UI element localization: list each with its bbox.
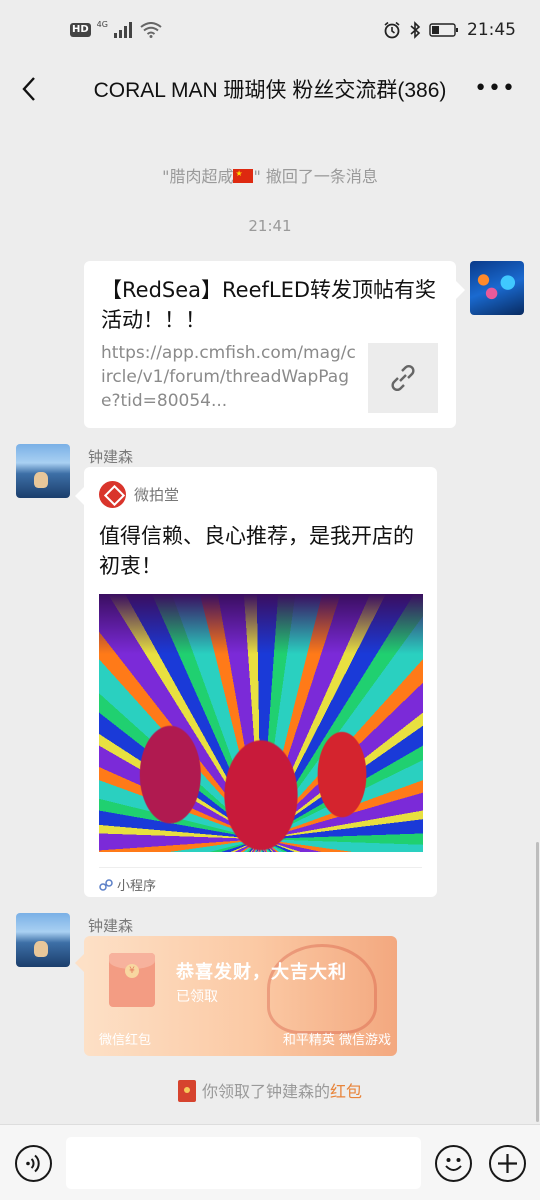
network-type: 4G: [96, 20, 108, 29]
red-packet-title: 恭喜发财，大吉大利: [176, 962, 347, 983]
bluetooth-icon: [410, 21, 421, 39]
plus-icon: [498, 1154, 517, 1173]
my-avatar[interactable]: [470, 261, 524, 315]
message-timestamp: 21:41: [248, 217, 292, 235]
mini-program-label: 小程序: [117, 879, 157, 894]
red-packet-card[interactable]: 恭喜发财，大吉大利 已领取 微信红包 和平精英 微信游戏: [84, 936, 397, 1056]
red-packet-status: 已领取: [176, 989, 218, 1005]
recall-notice: "腊肉超咸 " 撤回了一条消息: [0, 163, 540, 187]
weipaitang-logo-icon: [99, 481, 126, 508]
link-share-card[interactable]: 【RedSea】ReefLED转发顶帖有奖活动！！！ https://app.c…: [84, 261, 465, 428]
mini-program-header: 微拍堂: [99, 481, 179, 508]
coral-image: [99, 594, 423, 852]
chat-title: CORAL MAN 珊瑚侠 粉丝交流群(386): [93, 79, 447, 102]
mini-program-name: 微拍堂: [134, 486, 180, 504]
input-bar: [0, 1124, 540, 1200]
voice-input-button[interactable]: [15, 1145, 52, 1182]
sender-avatar[interactable]: [16, 444, 70, 498]
mini-program-footer: 小程序: [99, 867, 422, 894]
small-red-packet-icon: [177, 1080, 196, 1102]
alarm-icon: [384, 21, 400, 39]
red-envelope-icon: [109, 953, 155, 1007]
sender-name-2: 钟建森: [88, 917, 134, 935]
link-share-url: https://app.cmfish.com/mag/circle/v1/for…: [101, 343, 356, 411]
sender-avatar-2[interactable]: [16, 913, 70, 967]
smiley-icon: [445, 1158, 462, 1171]
received-notice: 你领取了钟建森的红包: [0, 1078, 540, 1102]
red-packet-tail: [75, 954, 84, 972]
status-left: HD 4G: [70, 20, 162, 38]
status-bar: HD 4G 21:45: [0, 0, 540, 62]
wifi-icon: [140, 22, 162, 38]
sender-name: 钟建森: [88, 448, 134, 466]
more-options-icon[interactable]: •••: [474, 76, 516, 101]
scrollbar[interactable]: [536, 842, 539, 1122]
signal-icon: [113, 22, 132, 38]
recall-notice-suffix: " 撤回了一条消息: [253, 167, 378, 186]
more-functions-button[interactable]: [489, 1145, 526, 1182]
status-right: 21:45: [383, 20, 516, 40]
chat-header: CORAL MAN 珊瑚侠 粉丝交流群(386) •••: [0, 62, 540, 116]
mini-program-card[interactable]: 微拍堂 值得信赖、良心推荐，是我开店的初衷！ 小程序: [75, 467, 437, 897]
mini-program-icon: [99, 878, 113, 891]
mini-program-text: 值得信赖、良心推荐，是我开店的初衷！: [99, 524, 414, 578]
message-input[interactable]: [66, 1137, 421, 1189]
red-packet-sponsor: 和平精英 微信游戏: [282, 1033, 391, 1048]
hd-badge: HD: [70, 23, 91, 37]
red-packet-brand: 微信红包: [99, 1033, 152, 1048]
red-packet-link[interactable]: 红包: [330, 1082, 362, 1101]
voice-icon: [26, 1154, 40, 1173]
link-thumbnail: [368, 343, 438, 413]
link-icon: [391, 364, 415, 392]
clock: 21:45: [467, 20, 516, 40]
link-share-title: 【RedSea】ReefLED转发顶帖有奖活动！！！: [101, 278, 437, 332]
china-flag-icon: [233, 169, 254, 183]
received-notice-text: 你领取了钟建森的: [201, 1082, 330, 1101]
recall-notice-prefix: "腊肉超咸: [162, 167, 234, 186]
battery-icon: [429, 23, 458, 37]
emoji-button[interactable]: [435, 1145, 472, 1182]
